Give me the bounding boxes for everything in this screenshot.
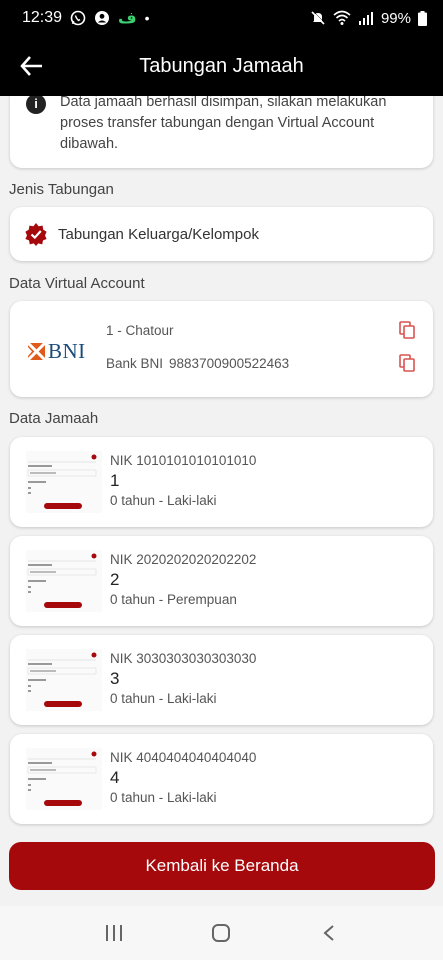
member-thumbnail (26, 649, 102, 711)
va-account-number: 9883700900522463 (169, 356, 290, 371)
virtual-account-label: Data Virtual Account (9, 275, 145, 292)
app-notification-icon: ف (118, 10, 137, 27)
back-nav-button[interactable] (314, 918, 344, 948)
member-name: 3 (110, 669, 120, 688)
verified-badge-icon (25, 223, 47, 246)
member-nik: NIK 3030303030303030 (110, 651, 257, 666)
member-name: 2 (110, 570, 120, 589)
member-nik: NIK 1010101010101010 (110, 453, 257, 468)
virtual-account-card: BNI 1 - Chatour Bank BNI 9883700900522463 (10, 301, 433, 397)
member-name: 4 (110, 768, 120, 787)
copy-icon[interactable] (399, 354, 415, 372)
status-bar: 12:39 ف • 99% (0, 0, 443, 36)
battery-percent: 99% (380, 9, 411, 27)
member-thumbnail (26, 550, 102, 612)
savings-type-value: Tabungan Keluarga/Kelompok (58, 225, 259, 243)
info-icon: i (26, 96, 46, 114)
recent-apps-button[interactable] (99, 918, 129, 948)
home-icon (212, 924, 231, 942)
home-button[interactable] (206, 918, 236, 948)
page-title: Tabungan Jamaah (139, 54, 304, 77)
battery-icon (418, 10, 427, 26)
member-nik: NIK 4040404040404040 (110, 750, 257, 765)
app-bar: Tabungan Jamaah (0, 36, 443, 96)
copy-icon[interactable] (399, 321, 415, 339)
info-text: Data jamaah berhasil disimpan, silakan m… (60, 96, 387, 152)
system-nav-bar (0, 906, 443, 960)
member-thumbnail (26, 748, 102, 810)
va-bank-line: Bank BNI 9883700900522463 (106, 356, 289, 371)
wifi-icon (333, 10, 351, 25)
member-card[interactable]: NIK 4040404040404040 4 0 tahun - Laki-la… (10, 734, 433, 824)
member-detail: 0 tahun - Laki-laki (110, 493, 217, 508)
account-icon (95, 11, 110, 25)
member-thumbnail (26, 451, 102, 513)
info-card: i Data jamaah berhasil disimpan, silakan… (10, 96, 433, 168)
member-card[interactable]: NIK 3030303030303030 3 0 tahun - Laki-la… (10, 635, 433, 725)
savings-type-label: Jenis Tabungan (9, 181, 114, 198)
arrow-left-icon[interactable] (18, 52, 46, 80)
member-detail: 0 tahun - Laki-laki (110, 790, 217, 805)
whatsapp-icon (70, 10, 86, 26)
va-bank-name: Bank BNI (106, 356, 164, 371)
member-detail: 0 tahun - Perempuan (110, 592, 237, 607)
members-label: Data Jamaah (9, 410, 99, 427)
member-name: 1 (110, 471, 120, 490)
back-nav-icon (323, 925, 334, 941)
bni-logo-mark-icon (28, 343, 45, 360)
member-detail: 0 tahun - Laki-laki (110, 691, 217, 706)
member-card[interactable]: NIK 2020202020202202 2 0 tahun - Perempu… (10, 536, 433, 626)
dot-icon: • (144, 10, 150, 26)
bni-logo: BNI (28, 339, 86, 364)
content-scroll[interactable]: i Data jamaah berhasil disimpan, silakan… (0, 96, 443, 906)
va-account-name: 1 - Chatour (106, 323, 174, 338)
bni-logo-text: BNI (48, 339, 86, 363)
mute-icon (311, 10, 326, 25)
savings-type-card[interactable]: Tabungan Keluarga/Kelompok (10, 207, 433, 261)
recent-apps-icon (105, 925, 122, 941)
member-nik: NIK 2020202020202202 (110, 552, 257, 567)
signal-icon (358, 12, 373, 25)
member-card[interactable]: NIK 1010101010101010 1 0 tahun - Laki-la… (10, 437, 433, 527)
back-to-home-button[interactable]: Kembali ke Beranda (9, 842, 435, 890)
status-time: 12:39 (22, 9, 63, 26)
